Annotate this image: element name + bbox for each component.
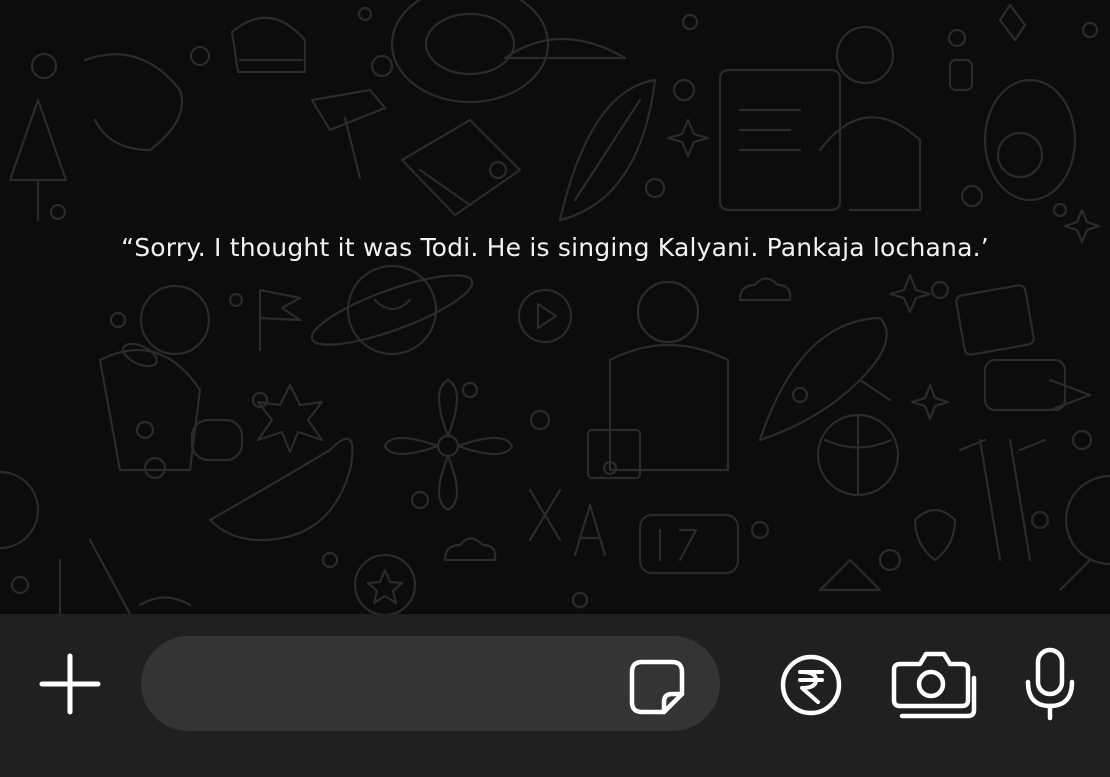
attach-button[interactable] [36,650,104,718]
chat-wallpaper-doodles [0,0,1110,614]
rupee-icon [780,654,842,716]
mic-button[interactable] [1018,644,1082,724]
message-composer-bar [0,614,1110,777]
message-text: “Sorry. I thought it was Todi. He is sin… [121,233,989,262]
chat-area: “Sorry. I thought it was Todi. He is sin… [0,0,1110,614]
plus-icon [39,653,101,715]
camera-icon [891,651,977,719]
camera-button[interactable] [888,644,978,724]
sticker-button[interactable] [622,652,692,722]
mic-icon [1025,647,1075,721]
sticker-icon [629,659,685,715]
payment-button[interactable] [776,650,846,720]
